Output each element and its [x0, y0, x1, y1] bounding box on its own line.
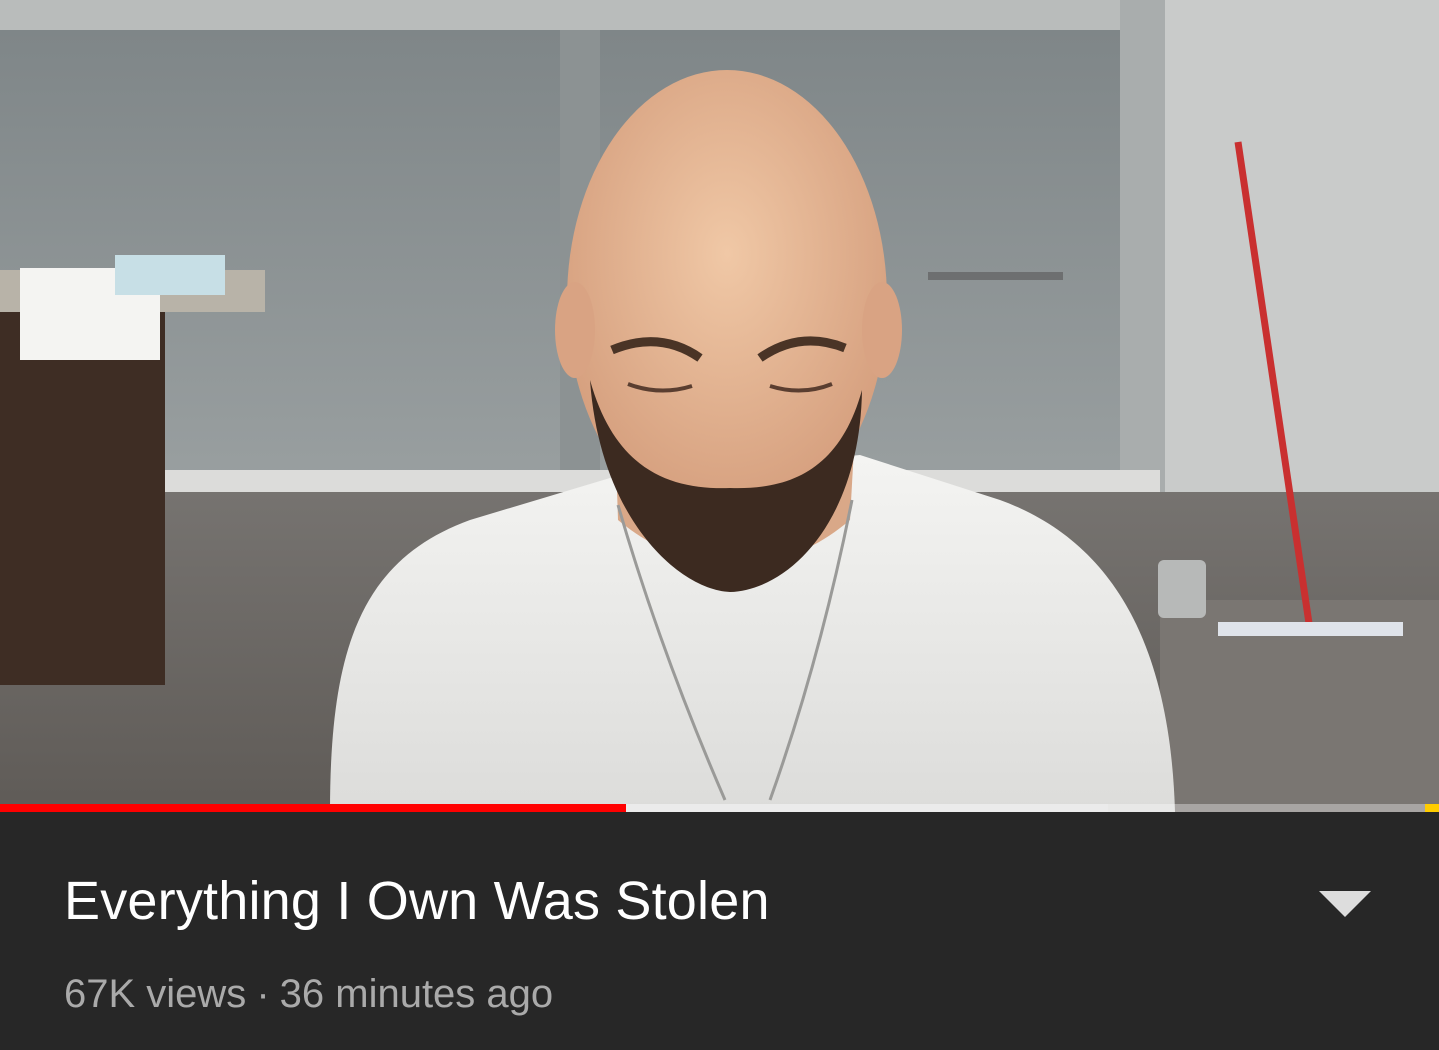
- video-frame: [0, 0, 1439, 812]
- chevron-down-icon: [1319, 891, 1371, 917]
- video-player[interactable]: [0, 0, 1439, 812]
- video-details-panel: Everything I Own Was Stolen 67K views · 36…: [0, 812, 1439, 1050]
- published-time: 36 minutes ago: [279, 972, 554, 1016]
- expand-description-button[interactable]: [1300, 874, 1390, 934]
- ad-marker: [1425, 804, 1439, 812]
- video-meta: 67K views · 36 minutes ago: [64, 972, 553, 1017]
- meta-separator: ·: [256, 972, 270, 1016]
- progress-played: [0, 804, 626, 812]
- view-count: 67K views: [64, 972, 247, 1016]
- video-title[interactable]: Everything I Own Was Stolen: [64, 870, 770, 932]
- progress-bar[interactable]: [0, 804, 1439, 812]
